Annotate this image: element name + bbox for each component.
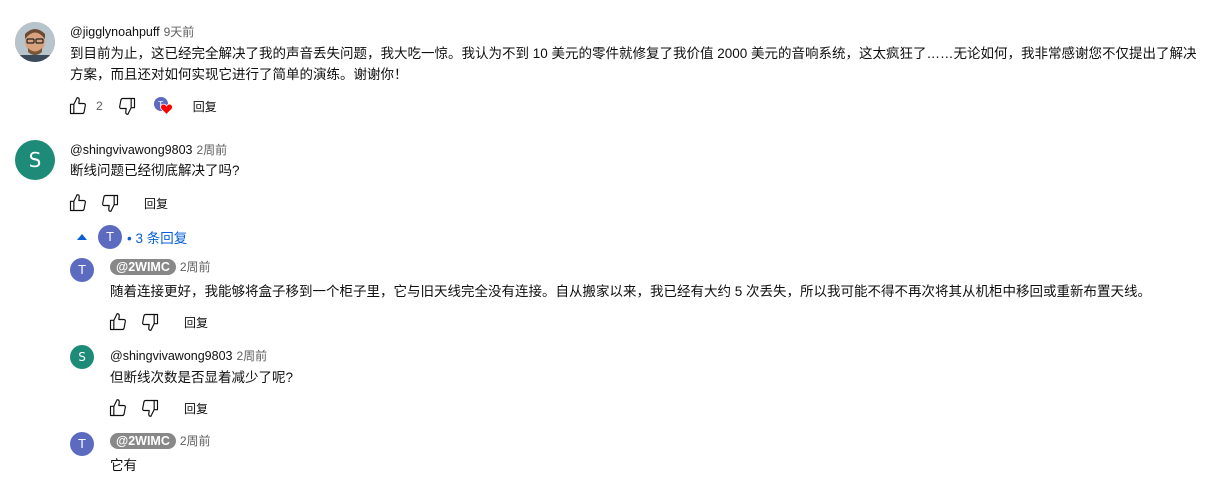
reply-time[interactable]: 2周前	[237, 349, 268, 363]
reply-text: 它有	[110, 458, 137, 473]
creator-heart-badge: T	[151, 96, 173, 116]
commenter-avatar[interactable]	[15, 22, 55, 62]
comment-text: 到目前为止，这已经完全解决了我的声音丢失问题，我大吃一惊。我认为不到 10 美元…	[70, 46, 1197, 82]
thumbs-down-icon	[102, 194, 119, 212]
reply-actions: 回复	[106, 310, 208, 334]
dislike-button[interactable]	[138, 310, 162, 334]
channel-owner-chip[interactable]: @2WIMC	[110, 433, 176, 449]
comment-time[interactable]: 2周前	[197, 143, 228, 157]
reply-header: @2WIMC 2周前	[110, 258, 211, 275]
comment-actions: 2 T 回复	[66, 94, 217, 118]
replies-count-label: • 3 条回复	[127, 231, 188, 246]
author-name[interactable]: @shingvivawong9803	[70, 143, 193, 157]
reply-text: 但断线次数是否显着减少了呢?	[110, 370, 294, 385]
reply-time[interactable]: 2周前	[180, 434, 211, 448]
commenter-avatar[interactable]: S	[15, 140, 55, 180]
reply-button[interactable]: 回复	[184, 314, 208, 331]
dislike-button[interactable]	[138, 396, 162, 420]
person-photo-icon	[15, 22, 55, 62]
reply-actions: 回复	[106, 396, 208, 420]
like-button[interactable]	[66, 94, 90, 118]
channel-owner-chip[interactable]: @2WIMC	[110, 259, 176, 275]
like-button[interactable]	[106, 310, 130, 334]
replies-toggle[interactable]: T • 3 条回复	[76, 225, 187, 249]
comment-header: @jigglynoahpuff 9天前	[70, 23, 194, 40]
replier-avatar[interactable]: T	[70, 432, 94, 456]
replier-avatar: T	[98, 225, 122, 249]
reply-header: @2WIMC 2周前	[110, 432, 211, 449]
thumbs-down-icon	[118, 97, 135, 115]
like-count: 2	[96, 99, 103, 113]
like-button[interactable]	[66, 191, 90, 215]
heart-icon	[159, 103, 173, 115]
thumbs-up-icon	[109, 399, 126, 417]
author-name[interactable]: @jigglynoahpuff	[70, 25, 160, 39]
reply-button[interactable]: 回复	[144, 195, 168, 212]
comment-header: @shingvivawong9803 2周前	[70, 141, 227, 158]
thumbs-down-icon	[142, 313, 159, 331]
comment-text: 断线问题已经彻底解决了吗?	[70, 163, 240, 178]
reply-button[interactable]: 回复	[184, 400, 208, 417]
thumbs-up-icon	[109, 313, 126, 331]
reply-header: @shingvivawong9803 2周前	[110, 347, 267, 364]
comment-actions: 回复	[66, 191, 168, 215]
replier-avatar[interactable]: T	[70, 258, 94, 282]
dislike-button[interactable]	[98, 191, 122, 215]
author-name[interactable]: @shingvivawong9803	[110, 349, 233, 363]
reply-text: 随着连接更好，我能够将盒子移到一个柜子里，它与旧天线完全没有连接。自从搬家以来，…	[110, 284, 1152, 299]
caret-up-icon	[77, 234, 87, 240]
like-button[interactable]	[106, 396, 130, 420]
thumbs-up-icon	[69, 97, 86, 115]
thumbs-down-icon	[142, 399, 159, 417]
dislike-button[interactable]	[115, 94, 139, 118]
replier-avatar[interactable]: S	[70, 345, 94, 369]
comment-time[interactable]: 9天前	[164, 25, 195, 39]
thumbs-up-icon	[69, 194, 86, 212]
reply-time[interactable]: 2周前	[180, 260, 211, 274]
reply-button[interactable]: 回复	[193, 98, 217, 115]
